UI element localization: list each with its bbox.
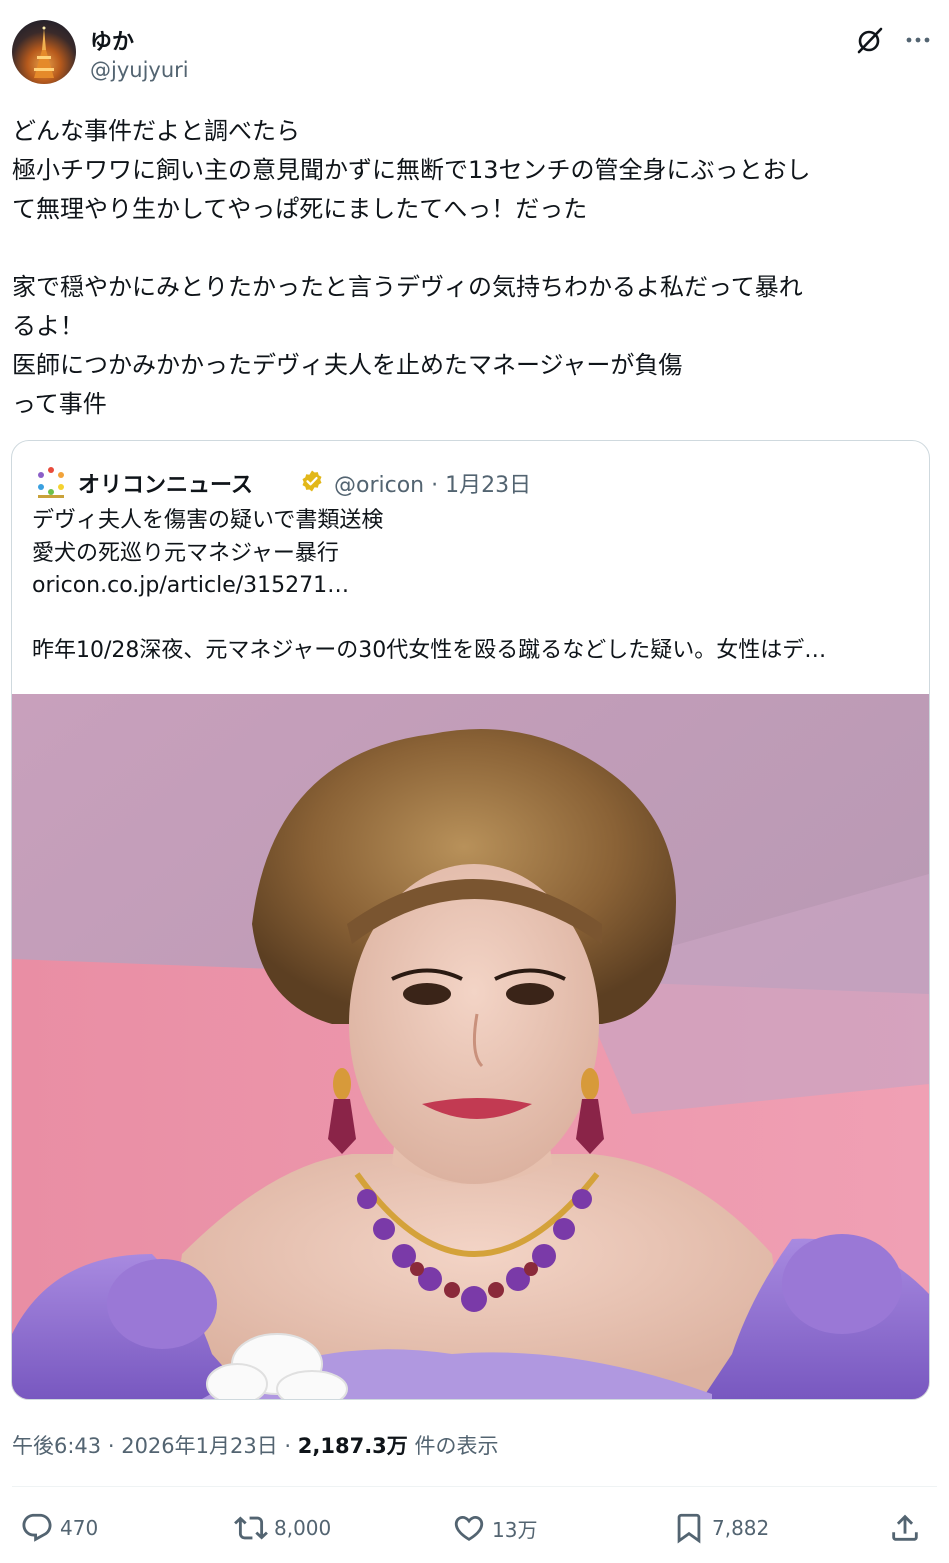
reply-button[interactable]: 470 bbox=[20, 1505, 98, 1551]
view-count[interactable]: 2,187.3万 bbox=[298, 1434, 408, 1458]
reply-count: 470 bbox=[60, 1516, 99, 1540]
quoted-display-name[interactable]: オリコンニュース bbox=[78, 467, 253, 499]
tweet-header: ゆか @jyujyuri bbox=[12, 20, 937, 90]
quoted-handle[interactable]: @oricon bbox=[334, 473, 424, 498]
quoted-line: デヴィ夫人を傷害の疑いで書類送検 bbox=[32, 508, 384, 533]
user-handle[interactable]: @jyujyuri bbox=[90, 58, 189, 82]
more-dots-icon[interactable] bbox=[902, 24, 934, 56]
bookmark-button[interactable]: 7,882 bbox=[672, 1505, 769, 1551]
quoted-photo[interactable] bbox=[12, 694, 929, 1399]
quoted-line: ​ bbox=[32, 603, 912, 636]
quoted-line: 昨年10/28深夜、元マネジャーの30代女性を殴る蹴るなどした疑い。女性はデ… bbox=[32, 638, 827, 663]
share-icon bbox=[892, 1514, 918, 1541]
grok-icon[interactable] bbox=[854, 24, 886, 56]
like-button[interactable]: 13万 bbox=[452, 1505, 537, 1551]
tweet-meta: 午後6:43 · 2026年1月23日 · 2,187.3万 件の表示 bbox=[12, 1430, 498, 1460]
verified-badge-icon bbox=[302, 470, 322, 492]
dot-separator: · bbox=[101, 1434, 122, 1458]
display-name[interactable]: ゆか bbox=[90, 24, 134, 56]
tweet-time[interactable]: 午後6:43 bbox=[12, 1434, 101, 1458]
dot-separator: · bbox=[277, 1434, 298, 1458]
like-count: 13万 bbox=[492, 1517, 538, 1542]
dot-separator: · bbox=[431, 473, 439, 498]
divider bbox=[12, 1486, 937, 1487]
bookmark-count: 7,882 bbox=[712, 1516, 770, 1540]
share-button[interactable] bbox=[888, 1505, 928, 1551]
tower-illustration bbox=[34, 26, 54, 78]
view-label: 件の表示 bbox=[407, 1434, 499, 1458]
quoted-link[interactable]: oricon.co.jp/article/315271… bbox=[32, 570, 912, 603]
like-icon bbox=[454, 1515, 484, 1541]
quoted-tweet[interactable]: オリコンニュース @oricon · 1月23日 デヴィ夫人を傷害の疑いで書類送… bbox=[11, 440, 930, 1400]
quoted-handle-date: @oricon · 1月23日 bbox=[334, 467, 531, 499]
quoted-date[interactable]: 1月23日 bbox=[445, 473, 531, 498]
oricon-logo-icon bbox=[38, 467, 64, 498]
quoted-tweet-header: オリコンニュース @oricon · 1月23日 bbox=[34, 461, 914, 505]
reply-icon bbox=[22, 1513, 52, 1542]
bookmark-icon bbox=[677, 1513, 701, 1544]
tweet-text: どんな事件だよと調べたら 極小チワワに飼い主の意見聞かずに無断で13センチの管全… bbox=[12, 117, 811, 418]
avatar[interactable] bbox=[12, 20, 76, 84]
action-bar: 470 8,000 13万 7,882 bbox=[12, 1505, 937, 1551]
quoted-tweet-text: デヴィ夫人を傷害の疑いで書類送検 愛犬の死巡り元マネジャー暴行 oricon.c… bbox=[32, 505, 912, 668]
tweet-date[interactable]: 2026年1月23日 bbox=[121, 1434, 278, 1458]
repost-icon bbox=[234, 1516, 268, 1540]
repost-button[interactable]: 8,000 bbox=[234, 1505, 331, 1551]
repost-count: 8,000 bbox=[274, 1516, 332, 1540]
quoted-line: 愛犬の死巡り元マネジャー暴行 bbox=[32, 540, 339, 566]
